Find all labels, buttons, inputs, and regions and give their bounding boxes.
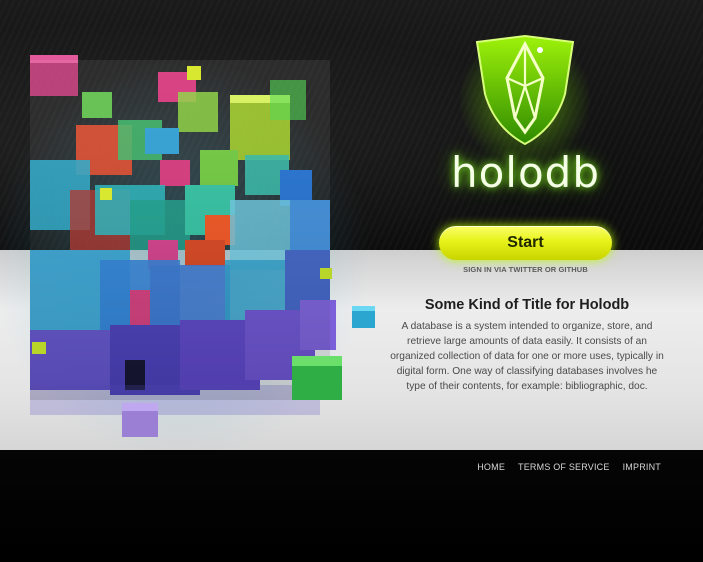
footer-link-home[interactable]: HOME (477, 462, 505, 472)
content-description: A database is a system intended to organ… (390, 321, 664, 392)
footer: HOME TERMS OF SERVICE IMPRINT (0, 450, 703, 557)
footer-link-imprint[interactable]: IMPRINT (623, 462, 661, 472)
content-title: Some Kind of Title for Holodb (424, 297, 630, 313)
logo-wordmark: holodb (450, 148, 600, 197)
footer-nav: HOME TERMS OF SERVICE IMPRINT (477, 462, 661, 472)
start-button[interactable]: Start (439, 226, 612, 260)
signin-link[interactable]: SIGN IN VIA TWITTER OR GITHUB (439, 265, 612, 274)
footer-link-terms[interactable]: TERMS OF SERVICE (518, 462, 610, 472)
holodb-logo[interactable]: holodb (438, 30, 613, 200)
holodb-shield-icon (469, 34, 581, 151)
